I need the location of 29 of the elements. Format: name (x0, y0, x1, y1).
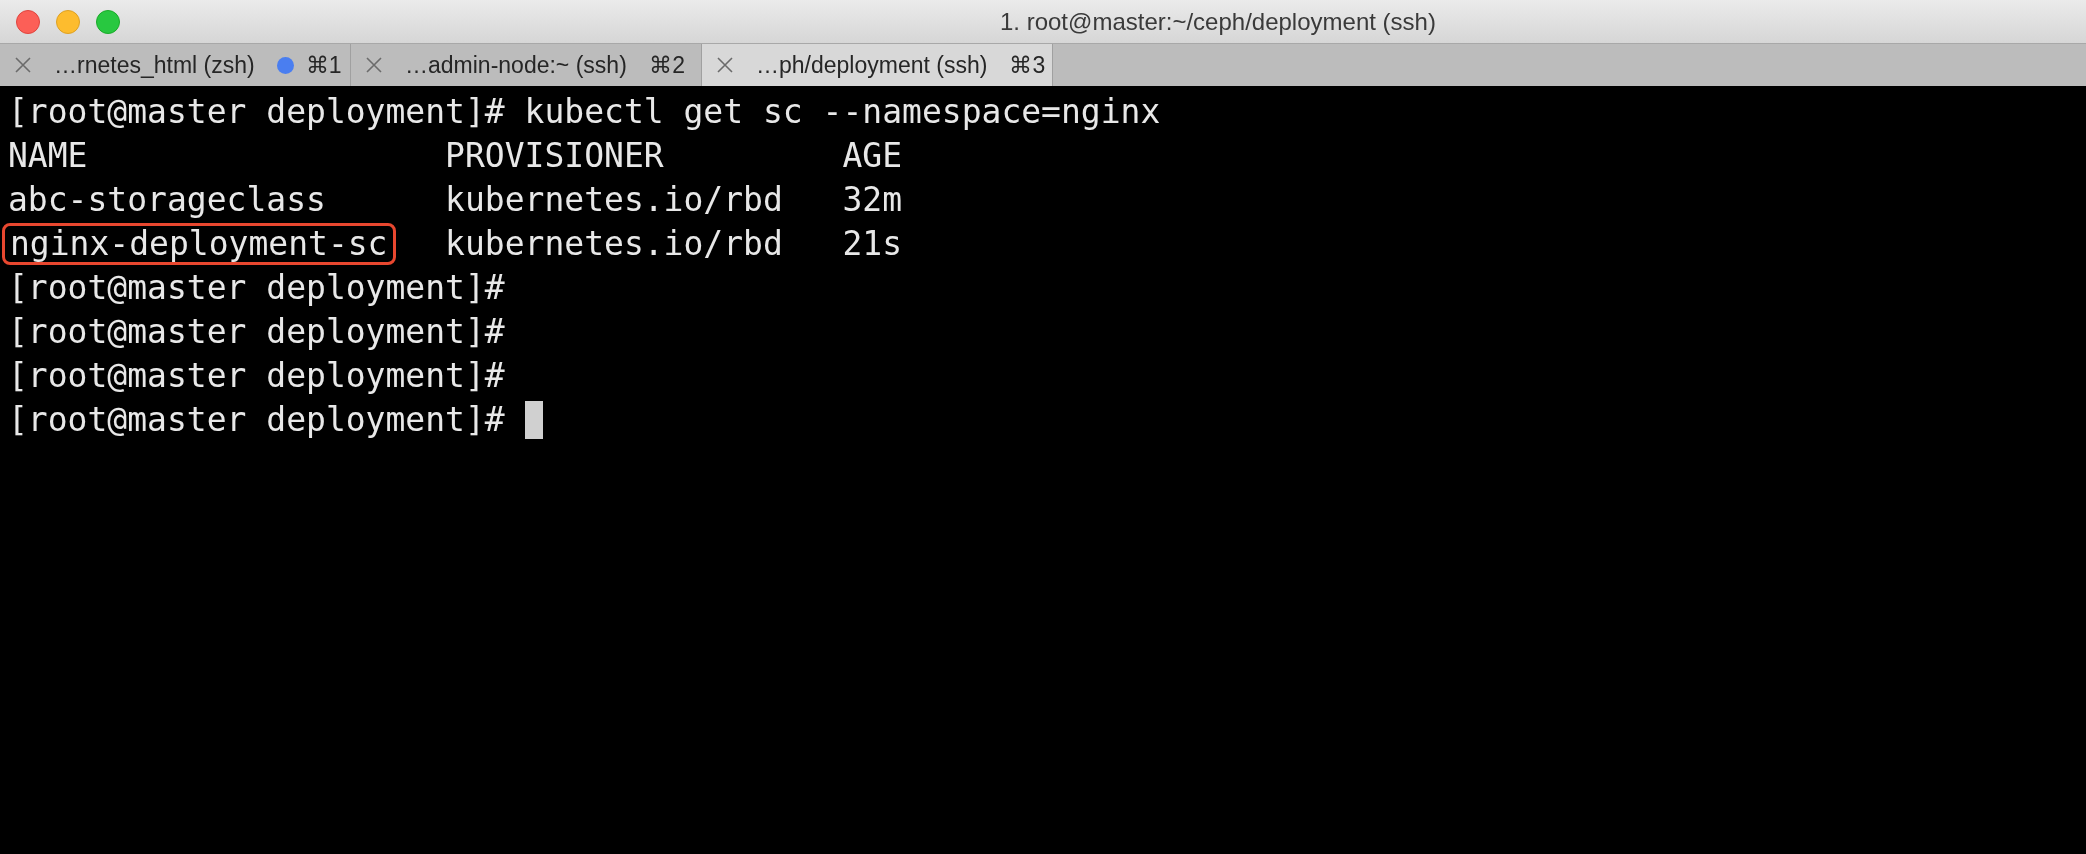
prompt: [root@master deployment]# (8, 355, 505, 397)
minimize-window-button[interactable] (56, 9, 80, 34)
table-cell: abc-storageclass (8, 180, 326, 219)
table-cell: kubernetes.io/rbd (445, 180, 783, 219)
column-header: NAME (8, 136, 88, 175)
close-icon[interactable] (716, 56, 734, 74)
highlight-outline: nginx-deployment-sc (2, 223, 396, 265)
tab[interactable]: …ph/deployment (ssh) ⌘3 (702, 44, 1053, 86)
tab-label: …ph/deployment (ssh) (756, 50, 988, 80)
tab-shortcut: ⌘3 (1009, 50, 1046, 80)
prompt: [root@master deployment]# (8, 91, 505, 133)
table-cell: 32m (842, 180, 903, 219)
tab-shortcut: ⌘1 (305, 50, 342, 80)
zoom-window-button[interactable] (96, 9, 120, 34)
prompt: [root@master deployment]# (8, 267, 505, 309)
table-cell: kubernetes.io/rbd (445, 224, 783, 263)
close-window-button[interactable] (16, 9, 40, 34)
close-icon[interactable] (365, 56, 383, 74)
tab-shortcut: ⌘2 (649, 50, 685, 80)
command: kubectl get sc --namespace=nginx (524, 91, 1161, 133)
prompt: [root@master deployment]# (8, 399, 505, 441)
column-header: AGE (842, 136, 903, 175)
tab-label: …admin-node:~ (ssh) (405, 50, 627, 80)
column-header: PROVISIONER (445, 136, 664, 175)
tab-label: …rnetes_html (zsh) (54, 50, 255, 80)
window-title: 1. root@master:~/ceph/deployment (ssh) (1000, 6, 1436, 37)
prompt: [root@master deployment]# (8, 311, 505, 353)
table-cell: 21s (842, 224, 903, 263)
close-icon[interactable] (14, 56, 32, 74)
